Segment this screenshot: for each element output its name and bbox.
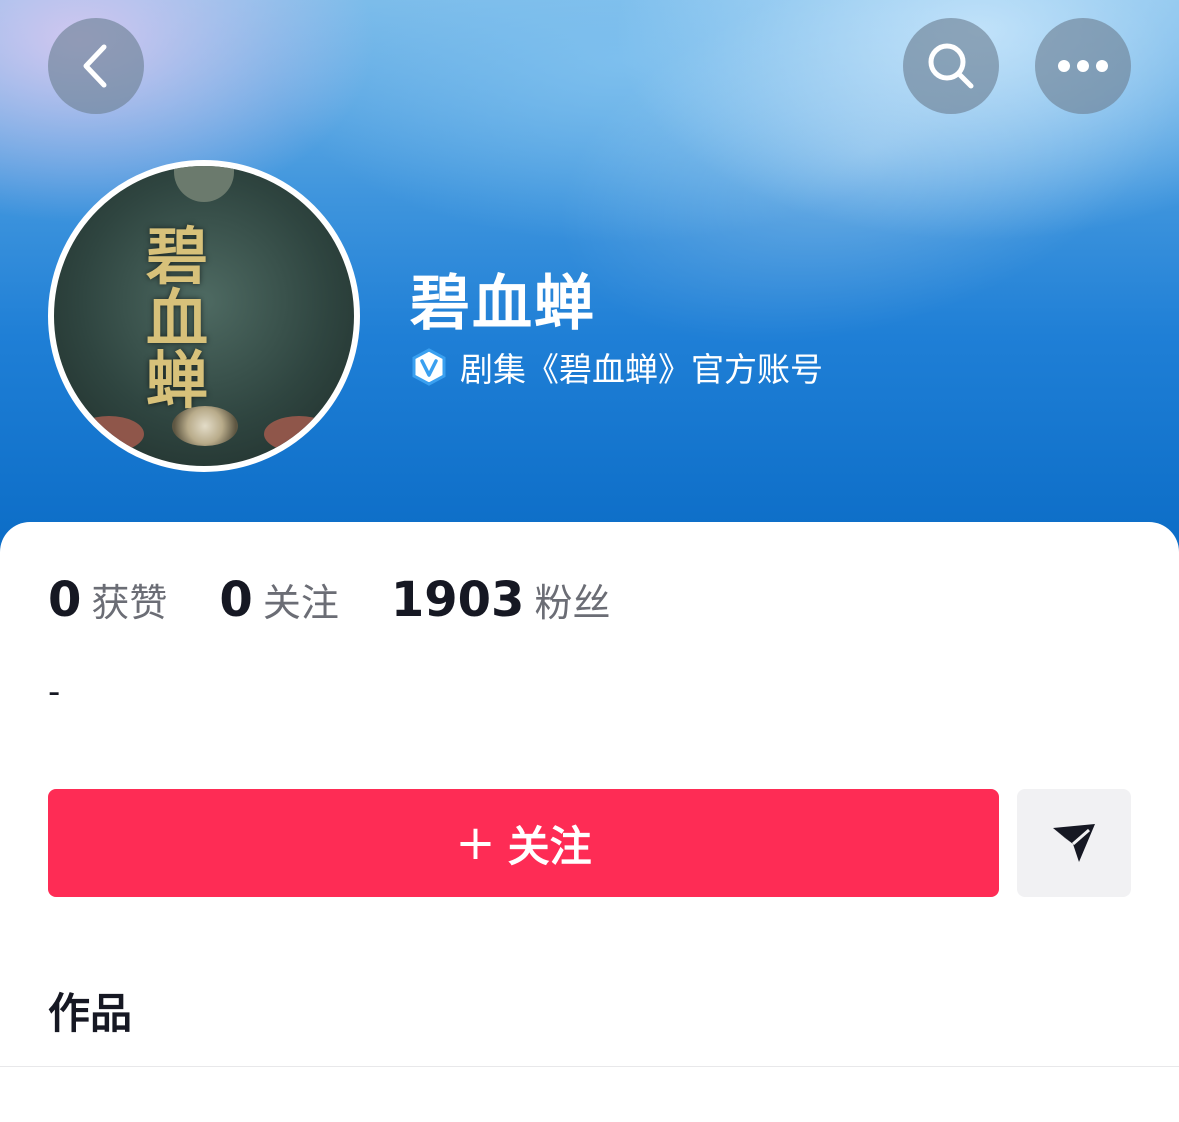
share-button[interactable]	[1017, 789, 1131, 897]
verified-v-icon	[412, 348, 446, 386]
stat-followers-value: 1903	[390, 572, 525, 628]
stats-row: 0 获赞 0 关注 1903 粉丝	[48, 572, 662, 628]
stat-likes[interactable]: 0 获赞	[48, 572, 167, 628]
follow-button-label: 关注	[507, 821, 592, 871]
profile-name: 碧血蝉	[410, 269, 596, 339]
chevron-left-icon	[83, 44, 107, 88]
stat-following[interactable]: 0 关注	[219, 572, 338, 628]
avatar-title-text: 碧血蝉	[146, 220, 209, 417]
stat-following-label: 关注	[262, 581, 339, 625]
stat-following-value: 0	[219, 572, 253, 628]
avatar-ornament-top	[174, 166, 234, 202]
verification-row: 剧集《碧血蝉》官方账号	[410, 343, 823, 391]
avatar-cloud-left	[74, 416, 144, 452]
send-icon	[1053, 824, 1095, 862]
follow-button[interactable]: + 关注	[48, 789, 999, 897]
bio-text: -	[48, 672, 61, 712]
more-horizontal-icon	[1058, 60, 1108, 72]
stat-likes-label: 获赞	[91, 581, 168, 625]
avatar[interactable]: 碧血蝉	[48, 160, 360, 472]
verified-description: 剧集《碧血蝉》官方账号	[460, 350, 823, 389]
stat-likes-value: 0	[48, 572, 82, 628]
avatar-ornament-disc	[172, 406, 238, 446]
more-button[interactable]	[1035, 18, 1131, 114]
stat-followers[interactable]: 1903 粉丝	[391, 572, 611, 628]
avatar-cloud-right	[264, 416, 334, 452]
tab-divider	[0, 1066, 1179, 1067]
back-button[interactable]	[48, 18, 144, 114]
search-button[interactable]	[903, 18, 999, 114]
stat-followers-label: 粉丝	[534, 581, 611, 625]
tab-works[interactable]: 作品	[48, 980, 132, 1041]
search-icon	[928, 43, 974, 89]
plus-icon: +	[455, 815, 496, 871]
